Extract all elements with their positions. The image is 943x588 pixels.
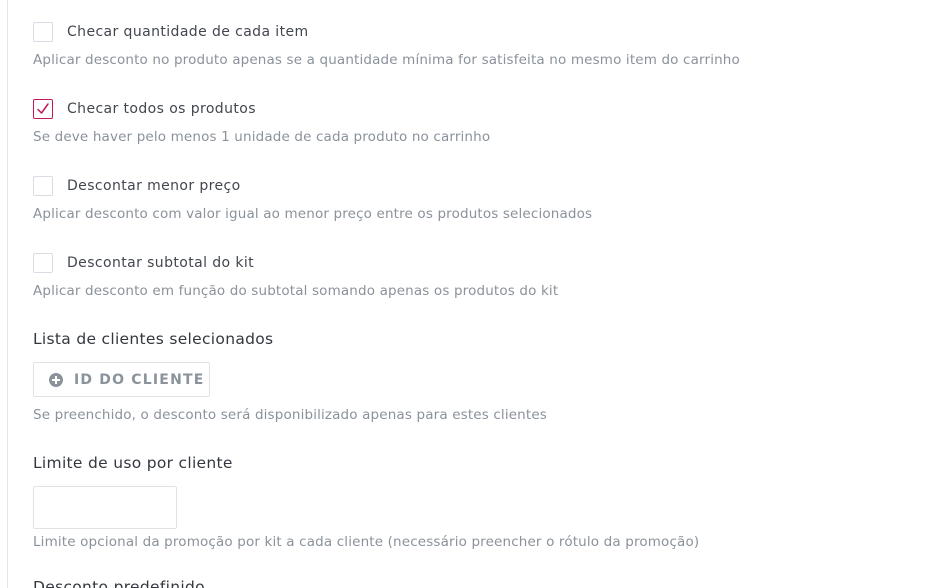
selected-clients-title: Lista de clientes selecionados [33,330,274,348]
plus-circle-icon [49,372,63,387]
discount-kit-subtotal-option[interactable]: Descontar subtotal do kit [33,252,254,274]
check-all-products-help-text: Se deve haver pelo menos 1 unidade de ca… [33,129,491,145]
usage-limit-title: Limite de uso por cliente [33,454,233,472]
checkbox-label: Descontar subtotal do kit [67,255,255,271]
add-client-id-button[interactable]: ID DO CLIENTE [33,362,210,397]
checkbox-label: Descontar menor preço [67,178,241,194]
checkbox[interactable] [33,253,53,273]
checkmark-icon [37,103,49,114]
discount-lowest-price-help-text: Aplicar desconto com valor igual ao meno… [33,206,593,222]
checkbox[interactable] [33,176,53,196]
usage-limit-help-text: Limite opcional da promoção por kit a ca… [33,534,700,550]
checkbox-checked[interactable] [33,99,53,119]
check-quantity-help-text: Aplicar desconto no produto apenas se a … [33,52,740,68]
checkbox-label: Checar todos os produtos [67,101,256,117]
panel-left-border [7,0,8,588]
promotion-settings-panel: Checar quantidade de cada item Aplicar d… [0,0,943,588]
add-client-id-button-label: ID DO CLIENTE [74,371,205,388]
checkbox-label: Checar quantidade de cada item [67,24,309,40]
usage-limit-input[interactable] [33,486,177,529]
check-all-products-option[interactable]: Checar todos os produtos [33,98,256,120]
check-quantity-each-item-option[interactable]: Checar quantidade de cada item [33,21,309,43]
predefined-discount-title: Desconto predefinido [33,578,205,588]
discount-lowest-price-option[interactable]: Descontar menor preço [33,175,241,197]
discount-kit-subtotal-help-text: Aplicar desconto em função do subtotal s… [33,283,559,299]
selected-clients-help-text: Se preenchido, o desconto será disponibi… [33,407,547,423]
checkbox[interactable] [33,22,53,42]
